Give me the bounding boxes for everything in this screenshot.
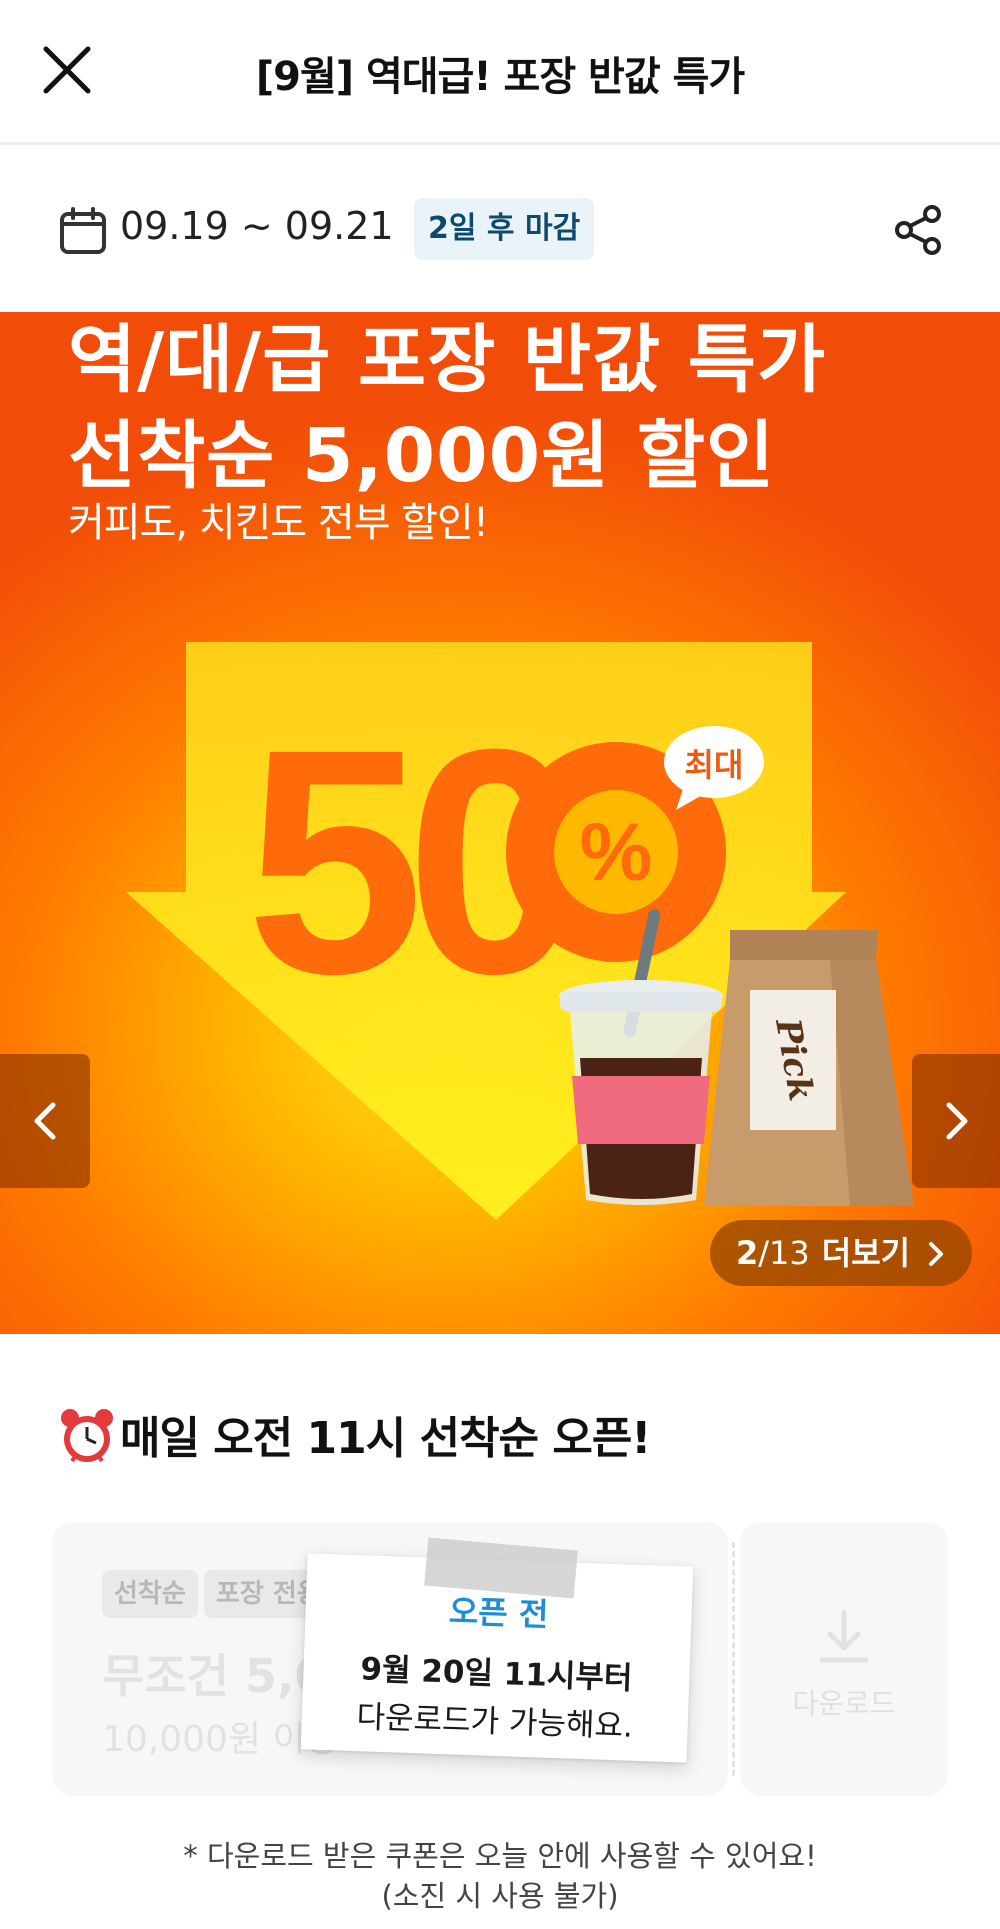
pager-current: 2	[736, 1234, 759, 1272]
page-title: [9월] 역대급! 포장 반값 특가	[255, 54, 745, 100]
download-available-text: 다운로드가 가능해요.	[356, 1699, 634, 1745]
calendar-icon	[60, 207, 106, 254]
section-title: 매일 오전 11시 선착순 오픈!	[58, 1402, 651, 1466]
coupon-footnote: * 다운로드 받은 쿠폰은 오늘 안에 사용할 수 있어요! (소진 시 사용 …	[0, 1836, 1000, 1916]
percent-sign: %	[580, 807, 653, 898]
coupon-divider	[732, 1542, 735, 1776]
chevron-right-icon	[946, 1102, 968, 1140]
chevron-right-icon	[929, 1242, 944, 1266]
section-title-text: 매일 오전 11시 선착순 오픈!	[120, 1413, 651, 1464]
chevron-left-icon	[34, 1102, 56, 1140]
event-info-row: 09.19 ~ 09.21 2일 후 마감	[0, 148, 1000, 312]
alarm-clock-icon	[61, 1409, 113, 1463]
pager-total: /13	[758, 1234, 810, 1272]
paper-bag-icon: Pick	[704, 930, 914, 1206]
next-slide-button[interactable]	[912, 1054, 1000, 1188]
promo-banner[interactable]: 역/대/급 포장 반값 특가 선착순 5,000원 할인 커피도, 치킨도 전부…	[0, 312, 1000, 1334]
deadline-badge: 2일 후 마감	[414, 198, 595, 260]
footnote-line2: (소진 시 사용 불가)	[381, 1879, 619, 1913]
more-label: 더보기	[821, 1234, 911, 1272]
download-label: 다운로드	[792, 1687, 896, 1720]
footnote-line1: * 다운로드 받은 쿠폰은 오늘 안에 사용할 수 있어요!	[183, 1839, 817, 1873]
download-icon	[819, 1609, 869, 1663]
share-icon[interactable]	[890, 202, 946, 258]
prev-slide-button[interactable]	[0, 1054, 90, 1188]
event-date-range: 09.19 ~ 09.21	[120, 204, 394, 248]
banner-subtitle: 커피도, 치킨도 전부 할인!	[68, 500, 489, 546]
banner-title: 역/대/급 포장 반값 특가 선착순 5,000원 할인	[68, 312, 826, 504]
coupon-tag-first-come: 선착순	[102, 1570, 198, 1618]
top-bar: [9월] 역대급! 포장 반값 특가	[0, 0, 1000, 145]
max-label: 최대	[684, 746, 744, 784]
banner-title-line1: 역/대/급 포장 반값 특가	[68, 317, 827, 403]
slide-pager-more-button[interactable]: 2/13 더보기	[710, 1220, 973, 1286]
coupon-download-button[interactable]: 다운로드	[740, 1522, 948, 1796]
